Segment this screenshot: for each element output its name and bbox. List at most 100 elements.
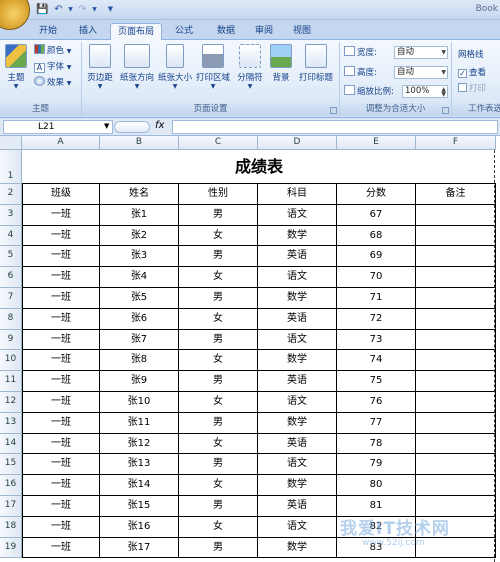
table-cell[interactable]: 72	[337, 308, 416, 330]
table-cell[interactable]: 张11	[100, 412, 179, 434]
table-cell[interactable]	[416, 475, 496, 496]
themes-button[interactable]: 主题 ▼	[0, 44, 32, 100]
table-cell[interactable]: 75	[337, 371, 416, 392]
table-cell[interactable]: 男	[179, 246, 258, 268]
table-cell[interactable]: 68	[337, 225, 416, 247]
colors-button[interactable]: 颜色 ▼	[34, 44, 71, 58]
table-cell[interactable]: 语文	[258, 392, 337, 413]
row-header-2[interactable]: 2	[0, 184, 22, 205]
table-cell[interactable]: 69	[337, 246, 416, 268]
table-cell[interactable]: 张10	[100, 392, 179, 413]
scale-spinner[interactable]: 100% ▲ ▼	[402, 85, 448, 98]
header-cell[interactable]: 备注	[416, 184, 496, 205]
row-header-10[interactable]: 10	[0, 350, 22, 372]
column-header-c[interactable]: C	[179, 136, 258, 150]
gridlines-print-checkbox[interactable]: 打印	[458, 82, 486, 96]
worksheet-grid[interactable]: ABCDEF 1 2 3 4 5 6 7 8 9 10 11 12 13 14 15 16 17 18 19 班级姓…	[0, 136, 500, 562]
table-cell[interactable]: 74	[337, 350, 416, 372]
table-cell[interactable]: 张13	[100, 454, 179, 476]
table-cell[interactable]: 男	[179, 329, 258, 351]
table-cell[interactable]: 73	[337, 329, 416, 351]
table-cell[interactable]: 语文	[258, 329, 337, 351]
table-cell[interactable]	[416, 329, 496, 351]
table-cell[interactable]: 张1	[100, 204, 179, 226]
table-cell[interactable]: 男	[179, 371, 258, 392]
tab-insert[interactable]: 插入	[70, 23, 106, 40]
name-box[interactable]: L21	[3, 120, 113, 134]
table-cell[interactable]: 张2	[100, 225, 179, 247]
table-cell[interactable]: 张3	[100, 246, 179, 268]
table-cell[interactable]: 张4	[100, 267, 179, 288]
tab-view[interactable]: 视图	[284, 23, 320, 40]
table-cell[interactable]: 一班	[22, 329, 100, 351]
table-cell[interactable]: 一班	[22, 516, 100, 538]
table-cell[interactable]: 78	[337, 433, 416, 455]
table-cell[interactable]: 71	[337, 288, 416, 309]
table-cell[interactable]: 一班	[22, 204, 100, 226]
name-box-dropdown-icon[interactable]: ▼	[104, 122, 109, 130]
table-cell[interactable]: 张8	[100, 350, 179, 372]
table-cell[interactable]	[416, 288, 496, 309]
table-cell[interactable]: 79	[337, 454, 416, 476]
table-cell[interactable]	[416, 433, 496, 455]
table-cell[interactable]: 数学	[258, 288, 337, 309]
table-cell[interactable]: 76	[337, 392, 416, 413]
table-cell[interactable]: 一班	[22, 350, 100, 372]
table-cell[interactable]: 一班	[22, 288, 100, 309]
table-cell[interactable]: 张14	[100, 475, 179, 496]
table-cell[interactable]: 一班	[22, 433, 100, 455]
redo-dropdown-icon[interactable]: ▼	[88, 3, 101, 16]
print-titles-button[interactable]: 打印标题	[296, 44, 336, 100]
table-cell[interactable]: 张15	[100, 496, 179, 517]
table-cell[interactable]: 数学	[258, 412, 337, 434]
margins-button[interactable]: 页边距 ▼	[82, 44, 118, 100]
row-header-15[interactable]: 15	[0, 454, 22, 476]
table-cell[interactable]: 张17	[100, 537, 179, 559]
header-cell[interactable]: 姓名	[100, 184, 179, 205]
table-cell[interactable]: 张12	[100, 433, 179, 455]
table-cell[interactable]: 英语	[258, 433, 337, 455]
row-header-16[interactable]: 16	[0, 475, 22, 496]
table-cell[interactable]: 一班	[22, 308, 100, 330]
table-cell[interactable]	[416, 454, 496, 476]
table-cell[interactable]: 张7	[100, 329, 179, 351]
table-cell[interactable]: 一班	[22, 475, 100, 496]
table-cell[interactable]: 男	[179, 537, 258, 559]
table-cell[interactable]: 数学	[258, 225, 337, 247]
background-button[interactable]: 背景	[266, 44, 296, 100]
row-header-17[interactable]: 17	[0, 496, 22, 517]
table-cell[interactable]	[416, 392, 496, 413]
row-header-1[interactable]: 1	[0, 150, 22, 184]
table-cell[interactable]: 数学	[258, 350, 337, 372]
table-cell[interactable]: 一班	[22, 496, 100, 517]
table-cell[interactable]: 英语	[258, 371, 337, 392]
table-cell[interactable]: 67	[337, 204, 416, 226]
table-cell[interactable]	[416, 225, 496, 247]
table-cell[interactable]: 张9	[100, 371, 179, 392]
table-cell[interactable]: 70	[337, 267, 416, 288]
table-cell[interactable]: 男	[179, 454, 258, 476]
column-header-b[interactable]: B	[100, 136, 179, 150]
print-area-button[interactable]: 打印区域 ▼	[194, 44, 232, 100]
sheet-title-cell[interactable]: 成绩表	[22, 150, 496, 184]
table-cell[interactable]	[416, 246, 496, 268]
table-cell[interactable]: 英语	[258, 308, 337, 330]
table-cell[interactable]: 80	[337, 475, 416, 496]
table-cell[interactable]: 男	[179, 204, 258, 226]
tab-page-layout[interactable]: 页面布局	[110, 23, 162, 40]
table-cell[interactable]: 一班	[22, 392, 100, 413]
column-header-f[interactable]: F	[416, 136, 496, 150]
column-header-a[interactable]: A	[22, 136, 100, 150]
row-header-7[interactable]: 7	[0, 288, 22, 309]
table-cell[interactable]: 女	[179, 475, 258, 496]
table-cell[interactable]	[416, 308, 496, 330]
row-header-5[interactable]: 5	[0, 246, 22, 268]
table-cell[interactable]: 张16	[100, 516, 179, 538]
table-cell[interactable]: 英语	[258, 246, 337, 268]
table-cell[interactable]	[416, 412, 496, 434]
row-header-6[interactable]: 6	[0, 267, 22, 288]
column-header-d[interactable]: D	[258, 136, 337, 150]
table-cell[interactable]: 一班	[22, 267, 100, 288]
fonts-button[interactable]: A 字体 ▼	[34, 60, 71, 74]
row-header-4[interactable]: 4	[0, 225, 22, 247]
